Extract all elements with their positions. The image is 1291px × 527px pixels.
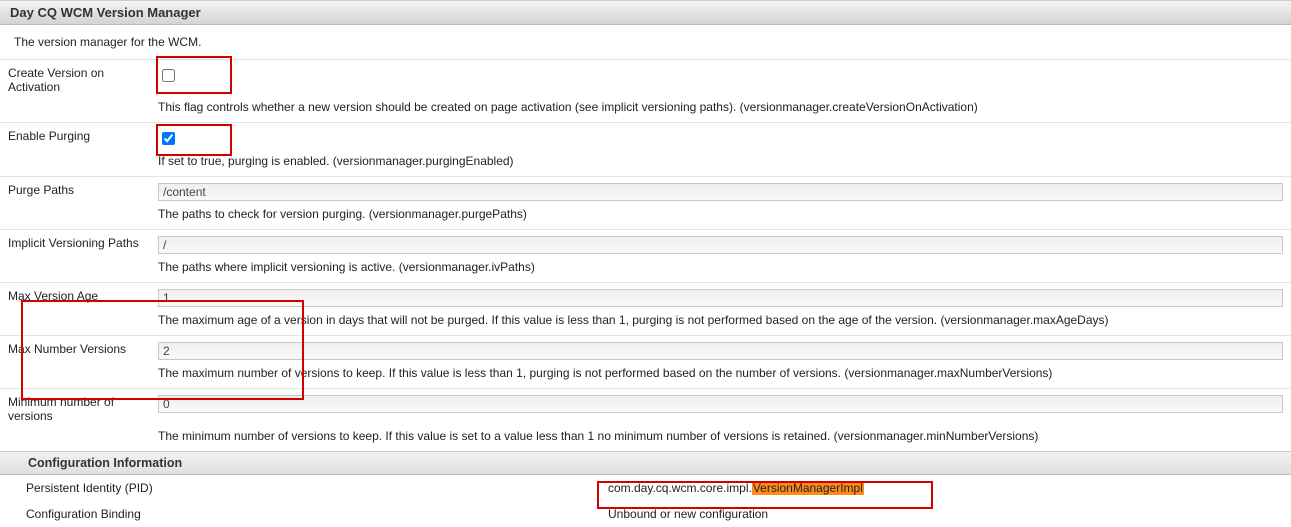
pid-label: Persistent Identity (PID) [0,475,600,501]
iv-paths-input[interactable] [158,236,1283,254]
enable-purging-hint: If set to true, purging is enabled. (ver… [150,152,1291,177]
purge-paths-hint: The paths to check for version purging. … [150,205,1291,230]
binding-value: Unbound or new configuration [600,501,1291,527]
max-age-hint: The maximum age of a version in days tha… [150,311,1291,336]
create-version-checkbox[interactable] [162,69,175,82]
purge-paths-label: Purge Paths [0,177,150,206]
config-panel: Day CQ WCM Version Manager The version m… [0,0,1291,527]
iv-paths-hint: The paths where implicit versioning is a… [150,258,1291,283]
max-age-label: Max Version Age [0,283,150,312]
min-num-label: Minimum number of versions [0,389,150,428]
create-version-label: Create Version on Activation [0,60,150,99]
min-num-input[interactable] [158,395,1283,413]
enable-purging-label: Enable Purging [0,123,150,153]
binding-label: Configuration Binding [0,501,600,527]
config-info-header: Configuration Information [0,451,1291,475]
max-num-label: Max Number Versions [0,336,150,365]
min-num-hint: The minimum number of versions to keep. … [150,427,1291,451]
panel-title: Day CQ WCM Version Manager [0,0,1291,25]
panel-description: The version manager for the WCM. [0,25,1291,59]
max-num-hint: The maximum number of versions to keep. … [150,364,1291,389]
create-version-hint: This flag controls whether a new version… [150,98,1291,123]
pid-highlight: VersionManagerImpl [752,481,864,495]
pid-prefix: com.day.cq.wcm.core.impl. [608,481,752,495]
max-num-input[interactable] [158,342,1283,360]
iv-paths-label: Implicit Versioning Paths [0,230,150,259]
config-info-table: Persistent Identity (PID) com.day.cq.wcm… [0,475,1291,527]
properties-table: Create Version on Activation This flag c… [0,59,1291,451]
purge-paths-input[interactable] [158,183,1283,201]
enable-purging-checkbox[interactable] [162,132,175,145]
pid-value: com.day.cq.wcm.core.impl.VersionManagerI… [600,475,1291,501]
max-age-input[interactable] [158,289,1283,307]
